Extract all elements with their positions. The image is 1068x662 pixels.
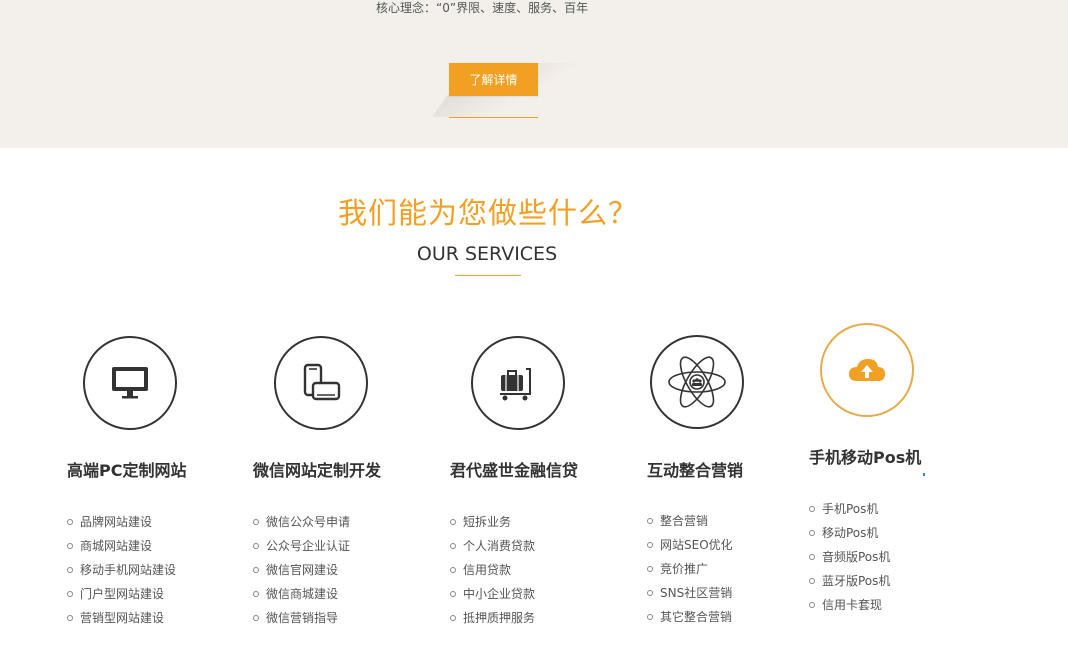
list-item[interactable]: 短拆业务 (450, 510, 535, 534)
atom-network-icon (668, 356, 726, 408)
list-item[interactable]: 信用卡套现 (809, 593, 890, 617)
list-item[interactable]: 商城网站建设 (67, 534, 176, 558)
core-philosophy-text: 核心理念：“0”界限、速度、服务、百年 (376, 1, 589, 15)
service-list: 微信公众号申请 公众号企业认证 微信官网建设 微信商城建设 微信营销指导 (253, 510, 350, 630)
caret-marker (923, 473, 925, 476)
list-item[interactable]: 个人消费贷款 (450, 534, 535, 558)
list-item[interactable]: 整合营销 (647, 509, 733, 533)
service-title: 手机移动Pos机 (809, 448, 922, 467)
list-item[interactable]: 移动Pos机 (809, 521, 890, 545)
service-list: 整合营销 网站SEO优化 竞价推广 SNS社区营销 其它整合营销 (647, 509, 733, 629)
list-item[interactable]: 抵押质押服务 (450, 606, 535, 630)
list-item[interactable]: 竞价推广 (647, 557, 733, 581)
list-item[interactable]: SNS社区营销 (647, 581, 733, 605)
list-item[interactable]: 微信营销指导 (253, 606, 350, 630)
list-item[interactable]: 其它整合营销 (647, 605, 733, 629)
list-item[interactable]: 营销型网站建设 (67, 606, 176, 630)
title-divider (455, 275, 521, 276)
list-item[interactable]: 蓝牙版Pos机 (809, 569, 890, 593)
service-icon-circle[interactable] (650, 335, 744, 429)
mobile-devices-icon (303, 363, 341, 401)
cloud-upload-icon (849, 359, 885, 381)
list-item[interactable]: 移动手机网站建设 (67, 558, 176, 582)
services-title: 我们能为您做些什么？ (337, 196, 638, 230)
service-title: 互动整合营销 (647, 461, 744, 480)
list-item[interactable]: 网站SEO优化 (647, 533, 733, 557)
service-title: 微信网站定制开发 (253, 461, 382, 480)
list-item[interactable]: 中小企业贷款 (450, 582, 535, 606)
service-title: 高端PC定制网站 (67, 461, 187, 480)
list-item[interactable]: 手机Pos机 (809, 497, 890, 521)
list-item[interactable]: 微信商城建设 (253, 582, 350, 606)
list-item[interactable]: 音频版Pos机 (809, 545, 890, 569)
top-band: 核心理念：“0”界限、速度、服务、百年 了解详情 (0, 0, 1068, 148)
list-item[interactable]: 公众号企业认证 (253, 534, 350, 558)
service-list: 短拆业务 个人消费贷款 信用贷款 中小企业贷款 抵押质押服务 (450, 510, 535, 630)
service-icon-circle[interactable] (274, 336, 368, 430)
service-title: 君代盛世金融信贷 (450, 461, 579, 480)
luggage-cart-icon (500, 368, 531, 401)
list-item[interactable]: 微信官网建设 (253, 558, 350, 582)
list-item[interactable]: 信用贷款 (450, 558, 535, 582)
services-subtitle: OUR SERVICES (416, 243, 558, 265)
service-list: 手机Pos机 移动Pos机 音频版Pos机 蓝牙版Pos机 信用卡套现 (809, 497, 890, 617)
service-icon-circle[interactable] (471, 336, 565, 430)
service-list: 品牌网站建设 商城网站建设 移动手机网站建设 门户型网站建设 营销型网站建设 (67, 510, 176, 630)
list-item[interactable]: 微信公众号申请 (253, 510, 350, 534)
button-underline (449, 117, 538, 118)
list-item[interactable]: 品牌网站建设 (67, 510, 176, 534)
service-icon-circle[interactable] (820, 323, 914, 417)
list-item[interactable]: 门户型网站建设 (67, 582, 176, 606)
service-icon-circle[interactable] (83, 336, 177, 430)
learn-more-button[interactable]: 了解详情 (449, 63, 538, 96)
monitor-icon (112, 367, 148, 399)
